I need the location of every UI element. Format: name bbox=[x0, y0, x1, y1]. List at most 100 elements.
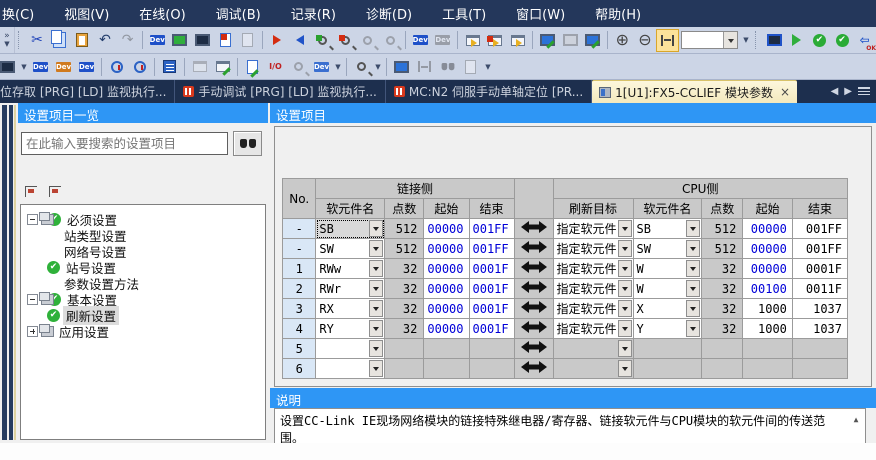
menu-window[interactable]: 窗口(W) bbox=[501, 0, 580, 27]
param-setting-disabled-button[interactable] bbox=[188, 55, 211, 78]
dropdown-button[interactable] bbox=[686, 320, 700, 337]
undo-button[interactable]: ↶ bbox=[94, 29, 117, 52]
cell-link-device[interactable]: RWr bbox=[316, 279, 385, 299]
device-batch-monitor-button[interactable]: Dev bbox=[29, 55, 52, 78]
dropdown-small[interactable]: ▼ bbox=[333, 54, 343, 79]
cell-cpu-device[interactable]: SB bbox=[633, 219, 702, 239]
cell-link-start[interactable]: 00000 bbox=[424, 319, 469, 339]
tree-item-network-no[interactable]: 网络号设置 bbox=[21, 243, 265, 259]
tree-item-station-no[interactable]: ✔ 站号设置 bbox=[21, 259, 265, 275]
redo-button[interactable]: ↷ bbox=[116, 29, 139, 52]
doc-list-disabled-button[interactable] bbox=[459, 55, 482, 78]
cut-button[interactable]: ✂ bbox=[26, 29, 49, 52]
window-cascade-button[interactable] bbox=[461, 29, 484, 52]
cell-cpu-device[interactable]: Y bbox=[633, 319, 702, 339]
mouse-tool-button[interactable] bbox=[287, 55, 310, 78]
tab-bit-access[interactable]: 位存取 [PRG] [LD] 监视执行... bbox=[0, 80, 175, 103]
menu-online[interactable]: 在线(O) bbox=[124, 0, 200, 27]
cell-cpu-device[interactable]: W bbox=[633, 259, 702, 279]
watch1-button[interactable] bbox=[105, 55, 128, 78]
cell-refresh-target[interactable]: 指定软元件 bbox=[553, 239, 633, 259]
tree-item-application-settings[interactable]: 应用设置 bbox=[21, 323, 265, 339]
cell-refresh-target[interactable]: 指定软元件 bbox=[553, 299, 633, 319]
cell-cpu-start[interactable]: 00000 bbox=[743, 219, 793, 239]
paste-button[interactable] bbox=[71, 29, 94, 52]
device-write-button[interactable]: Dev bbox=[409, 29, 432, 52]
screen-zoom-button[interactable] bbox=[390, 55, 413, 78]
dropdown-button[interactable] bbox=[686, 220, 700, 237]
cell-link-start[interactable]: 00000 bbox=[424, 279, 469, 299]
device-zoom-button[interactable] bbox=[350, 55, 373, 78]
dropdown-button[interactable] bbox=[686, 260, 700, 277]
dropdown-button[interactable] bbox=[618, 360, 632, 377]
search-button[interactable] bbox=[233, 131, 262, 156]
menu-debug[interactable]: 调试(B) bbox=[201, 0, 276, 27]
cell-link-device[interactable] bbox=[316, 339, 385, 359]
tab-nav-right-icon[interactable]: ▶ bbox=[844, 86, 852, 97]
menu-diagnostics[interactable]: 诊断(D) bbox=[351, 0, 427, 27]
screen-edit-button[interactable] bbox=[581, 29, 604, 52]
verify-red-button[interactable] bbox=[334, 29, 357, 52]
cell-link-device[interactable]: SB bbox=[316, 219, 385, 239]
copy-button[interactable] bbox=[48, 29, 71, 52]
dropdown-button[interactable] bbox=[369, 260, 383, 277]
monitor-start-button[interactable] bbox=[169, 29, 192, 52]
cell-cpu-start[interactable]: 00100 bbox=[743, 279, 793, 299]
cell-link-device[interactable]: SW bbox=[316, 239, 385, 259]
doc-sync-button[interactable] bbox=[236, 29, 259, 52]
write-plc-button[interactable] bbox=[266, 29, 289, 52]
monitor-watch-button[interactable] bbox=[191, 29, 214, 52]
check-parameter-button[interactable]: ✔ bbox=[831, 29, 854, 52]
note-scroll-up-icon[interactable]: ▲ bbox=[849, 412, 863, 426]
combobox-dropdown-icon[interactable] bbox=[723, 32, 737, 48]
refresh-transfer-button[interactable] bbox=[214, 29, 237, 52]
window-transfer-button[interactable] bbox=[484, 29, 507, 52]
screen-green-button[interactable] bbox=[536, 29, 559, 52]
cell-cpu-device[interactable]: X bbox=[633, 299, 702, 319]
cell-refresh-target[interactable]: 指定软元件 bbox=[553, 259, 633, 279]
cell-link-start[interactable]: 00000 bbox=[424, 239, 469, 259]
dropdown-button[interactable] bbox=[369, 280, 383, 297]
collapse-icon[interactable] bbox=[27, 294, 38, 305]
monitor-find-button[interactable] bbox=[0, 55, 19, 78]
cell-refresh-target[interactable]: 指定软元件 bbox=[553, 219, 633, 239]
tab-manual-debug[interactable]: 手动调试 [PRG] [LD] 监视执行... bbox=[175, 80, 385, 103]
run-button[interactable] bbox=[785, 29, 808, 52]
zoom-out-button[interactable]: ⊖ bbox=[634, 29, 657, 52]
device-register-monitor-button[interactable]: Dev bbox=[52, 55, 75, 78]
dropdown-button[interactable] bbox=[618, 240, 632, 257]
verify-disabled2-button[interactable] bbox=[379, 29, 402, 52]
toolbar-overflow3[interactable]: ▼ bbox=[482, 54, 494, 79]
remote-operation-button[interactable] bbox=[763, 29, 786, 52]
collapse-all-button[interactable] bbox=[21, 183, 41, 200]
fit-disabled-button[interactable] bbox=[413, 55, 436, 78]
cell-cpu-device[interactable]: W bbox=[633, 279, 702, 299]
collapse-icon[interactable] bbox=[27, 214, 38, 225]
dropdown-button[interactable] bbox=[369, 240, 383, 257]
dropdown-button[interactable] bbox=[686, 240, 700, 257]
tab-servo-positioning[interactable]: MC:N2 伺服手动单轴定位 [PR... bbox=[386, 80, 592, 103]
check-program-button[interactable]: ✔ bbox=[808, 29, 831, 52]
dropdown-button[interactable] bbox=[618, 260, 632, 277]
verify-green-button[interactable] bbox=[311, 29, 334, 52]
cell-cpu-start[interactable]: 00000 bbox=[743, 239, 793, 259]
watch-window-button[interactable] bbox=[158, 55, 181, 78]
device-write2-button[interactable]: Dev bbox=[432, 29, 455, 52]
menu-view[interactable]: 视图(V) bbox=[49, 0, 124, 27]
dropdown-button[interactable] bbox=[369, 220, 383, 237]
find-screen-disabled-button[interactable] bbox=[436, 55, 459, 78]
expand-icon[interactable] bbox=[27, 326, 38, 337]
menu-recording[interactable]: 记录(R) bbox=[276, 0, 351, 27]
cell-refresh-target[interactable] bbox=[553, 339, 633, 359]
device-buffer-monitor-button[interactable]: Dev bbox=[75, 55, 98, 78]
dropdown-button[interactable] bbox=[369, 360, 383, 377]
dropdown-button[interactable] bbox=[686, 300, 700, 317]
tab-close-icon[interactable]: × bbox=[780, 86, 790, 98]
menu-tools[interactable]: 工具(T) bbox=[427, 0, 501, 27]
cell-link-device[interactable]: RY bbox=[316, 319, 385, 339]
cell-link-start[interactable]: 00000 bbox=[424, 219, 469, 239]
io-assign-button[interactable]: I/O bbox=[264, 55, 287, 78]
dropdown-small[interactable]: ▼ bbox=[373, 54, 383, 79]
zoom-scale-combobox[interactable] bbox=[681, 31, 738, 49]
cell-link-device[interactable]: RX bbox=[316, 299, 385, 319]
